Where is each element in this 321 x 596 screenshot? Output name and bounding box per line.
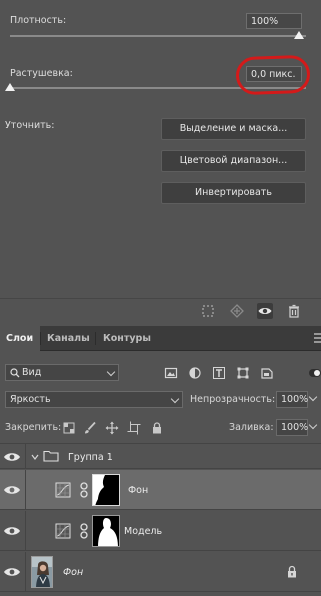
fill-input[interactable]: 100% bbox=[276, 419, 308, 436]
tab-layers[interactable]: Слои bbox=[0, 326, 40, 352]
lock-icon[interactable] bbox=[287, 565, 297, 578]
opacity-label: Непрозрачность: bbox=[190, 394, 276, 405]
adjustment-layer-icon bbox=[55, 482, 71, 498]
lock-position-move-icon[interactable] bbox=[105, 421, 119, 435]
layer-name: Группа 1 bbox=[68, 452, 113, 463]
column-divider bbox=[25, 552, 26, 591]
mask-link-chain-icon[interactable] bbox=[79, 523, 89, 539]
kind-filter-value: Вид bbox=[22, 367, 42, 378]
layer-mask-thumbnail[interactable] bbox=[92, 474, 120, 506]
layer-name: Модель bbox=[124, 526, 163, 537]
shape-layer-filter-icon[interactable] bbox=[236, 366, 250, 380]
tab-channels[interactable]: Каналы bbox=[41, 326, 96, 351]
properties-panel: Плотность: 100% Растушевка: 0,0 пикс. Ут… bbox=[0, 0, 321, 325]
blend-mode-value: Яркость bbox=[10, 394, 51, 405]
feather-slider-thumb[interactable] bbox=[5, 83, 15, 91]
smart-object-filter-icon[interactable] bbox=[260, 366, 274, 380]
visibility-toggle-icon[interactable] bbox=[257, 303, 273, 319]
eye-icon[interactable] bbox=[3, 525, 21, 537]
lock-all-icon[interactable] bbox=[150, 421, 164, 435]
layer-name: Фон bbox=[63, 567, 84, 578]
eye-icon[interactable] bbox=[3, 451, 21, 463]
opacity-chevron-icon[interactable] bbox=[308, 392, 318, 402]
invert-button[interactable]: Инвертировать bbox=[161, 182, 306, 204]
density-label: Плотность: bbox=[10, 15, 67, 26]
adjustment-layer-filter-icon[interactable] bbox=[188, 366, 202, 380]
fill-chevron-icon[interactable] bbox=[308, 420, 318, 430]
layers-tab-bar: Слои Каналы Контуры bbox=[0, 326, 321, 352]
tab-paths[interactable]: Контуры bbox=[97, 326, 157, 351]
column-divider bbox=[25, 444, 26, 468]
lock-artboard-icon[interactable] bbox=[127, 421, 141, 435]
density-slider-track[interactable] bbox=[10, 35, 306, 37]
filter-row: Вид bbox=[0, 364, 321, 383]
layer-image-thumbnail[interactable] bbox=[31, 556, 53, 588]
chevron-down-icon[interactable] bbox=[31, 453, 39, 461]
density-slider-thumb[interactable] bbox=[294, 31, 304, 39]
column-divider bbox=[25, 470, 26, 509]
blend-mode-select[interactable]: Яркость bbox=[5, 391, 183, 408]
layer-name: Фон bbox=[128, 485, 149, 496]
pixel-layer-filter-icon[interactable] bbox=[164, 366, 178, 380]
mask-link-chain-icon[interactable] bbox=[79, 482, 89, 498]
chevron-down-icon bbox=[106, 367, 116, 377]
load-selection-icon[interactable] bbox=[200, 303, 216, 319]
folder-icon bbox=[43, 450, 59, 462]
lock-image-pixels-brush-icon[interactable] bbox=[83, 421, 97, 435]
layers-panel: Слои Каналы Контуры Вид Яркость Непрозра… bbox=[0, 326, 321, 596]
layer-row-background[interactable]: Фон bbox=[0, 552, 321, 592]
blend-row: Яркость Непрозрачность: 100% bbox=[0, 391, 321, 410]
panel-menu-icon[interactable] bbox=[313, 332, 321, 344]
layer-row-fon-adjustment[interactable]: Фон bbox=[0, 470, 321, 510]
kind-filter-select[interactable]: Вид bbox=[5, 364, 119, 381]
layer-row-group[interactable]: Группа 1 bbox=[0, 444, 321, 469]
density-input[interactable]: 100% bbox=[246, 13, 302, 29]
filter-toggle-icon[interactable] bbox=[308, 366, 321, 380]
layer-row-model-adjustment[interactable]: Модель bbox=[0, 511, 321, 551]
red-highlight-annotation bbox=[235, 54, 311, 96]
eye-icon[interactable] bbox=[3, 566, 21, 578]
lock-transparent-pixels-icon[interactable] bbox=[62, 421, 76, 435]
trash-icon[interactable] bbox=[286, 303, 302, 319]
fill-label: Заливка: bbox=[229, 422, 274, 433]
type-layer-filter-icon[interactable] bbox=[212, 366, 226, 380]
search-icon bbox=[10, 368, 20, 378]
lock-label: Закрепить: bbox=[5, 422, 62, 433]
adjustment-layer-icon bbox=[55, 523, 71, 539]
portrait-photo-icon bbox=[32, 557, 52, 587]
select-and-mask-button[interactable]: Выделение и маска... bbox=[161, 118, 306, 140]
tab-separator bbox=[95, 332, 96, 345]
color-range-button[interactable]: Цветовой диапазон... bbox=[161, 150, 306, 172]
chevron-down-icon bbox=[170, 394, 180, 404]
lock-row: Закрепить: Заливка: 100% bbox=[0, 419, 321, 438]
column-divider bbox=[25, 511, 26, 550]
layer-mask-thumbnail[interactable] bbox=[92, 515, 120, 547]
opacity-input[interactable]: 100% bbox=[276, 391, 308, 408]
refine-label: Уточнить: bbox=[5, 120, 55, 131]
mask-silhouette-icon bbox=[93, 516, 119, 546]
eye-icon[interactable] bbox=[3, 484, 21, 496]
feather-label: Растушевка: bbox=[10, 68, 73, 79]
mask-silhouette-icon bbox=[93, 475, 119, 505]
apply-mask-icon[interactable] bbox=[229, 303, 245, 319]
